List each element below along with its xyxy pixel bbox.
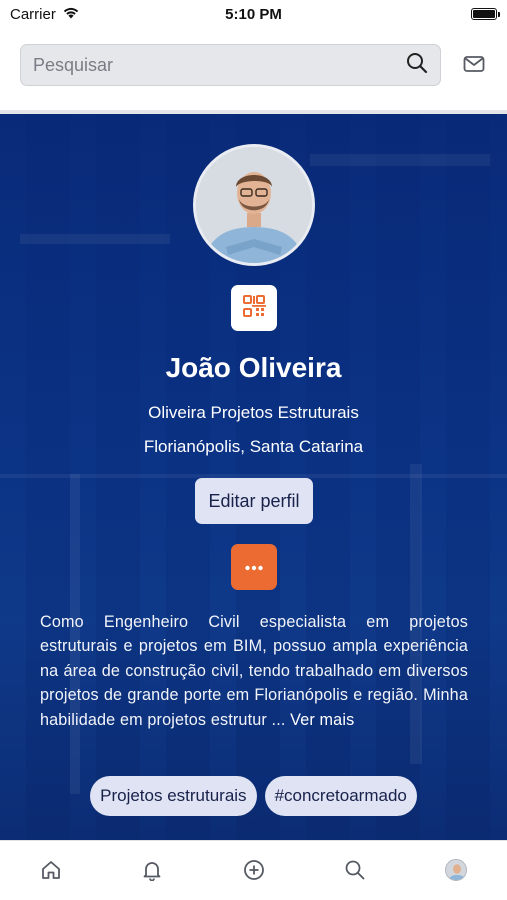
- profile-location: Florianópolis, Santa Catarina: [143, 437, 364, 456]
- background-beam: [310, 154, 490, 166]
- search-icon: [344, 859, 366, 886]
- wifi-icon: [62, 6, 80, 23]
- plus-circle-icon: [243, 859, 265, 886]
- profile-bio: Como Engenheiro Civil especialista em pr…: [40, 610, 468, 732]
- search-input[interactable]: [33, 54, 406, 76]
- avatar: [445, 859, 468, 881]
- bio-text: Como Engenheiro Civil especialista em pr…: [40, 613, 468, 729]
- profile-header: João Oliveira Oliveira Projetos Estrutur…: [0, 114, 507, 840]
- bell-icon: [141, 859, 163, 886]
- search-bar: [20, 44, 441, 86]
- nav-profile[interactable]: [406, 859, 507, 881]
- tag-chip[interactable]: #concretoarmado: [264, 776, 417, 816]
- qr-code-icon: [242, 294, 266, 323]
- tag-list: Projetos estruturais #concretoarmado: [0, 776, 507, 816]
- more-options-button[interactable]: [231, 544, 277, 590]
- nav-create[interactable]: [203, 859, 304, 886]
- background-beam: [20, 234, 170, 244]
- battery-level: [473, 10, 495, 18]
- profile-avatar[interactable]: [193, 144, 315, 266]
- nav-home[interactable]: [0, 859, 101, 886]
- status-left: Carrier: [10, 6, 80, 23]
- top-bar: [20, 44, 490, 86]
- carrier-label: Carrier: [10, 5, 56, 23]
- see-more-link[interactable]: Ver mais: [290, 711, 354, 729]
- battery-tip: [498, 12, 500, 17]
- battery-icon: [471, 8, 500, 20]
- nav-search[interactable]: [304, 859, 405, 886]
- home-icon: [40, 859, 62, 886]
- profile-name: João Oliveira: [165, 352, 342, 383]
- status-bar: Carrier 5:10 PM: [0, 0, 507, 28]
- more-icon: [244, 558, 264, 576]
- profile-screen: Carrier 5:10 PM Pesquisar João Oliveira …: [0, 0, 507, 900]
- nav-notifications[interactable]: [101, 859, 202, 886]
- qr-code-button[interactable]: [231, 285, 277, 331]
- profile-company: Oliveira Projetos Estruturais: [148, 403, 359, 422]
- mail-icon[interactable]: [463, 55, 485, 73]
- bottom-nav: [0, 840, 507, 900]
- search-icon[interactable]: [406, 52, 428, 79]
- tag-chip[interactable]: Projetos estruturais: [90, 776, 257, 816]
- edit-profile-button[interactable]: Editar perfil: [195, 478, 313, 524]
